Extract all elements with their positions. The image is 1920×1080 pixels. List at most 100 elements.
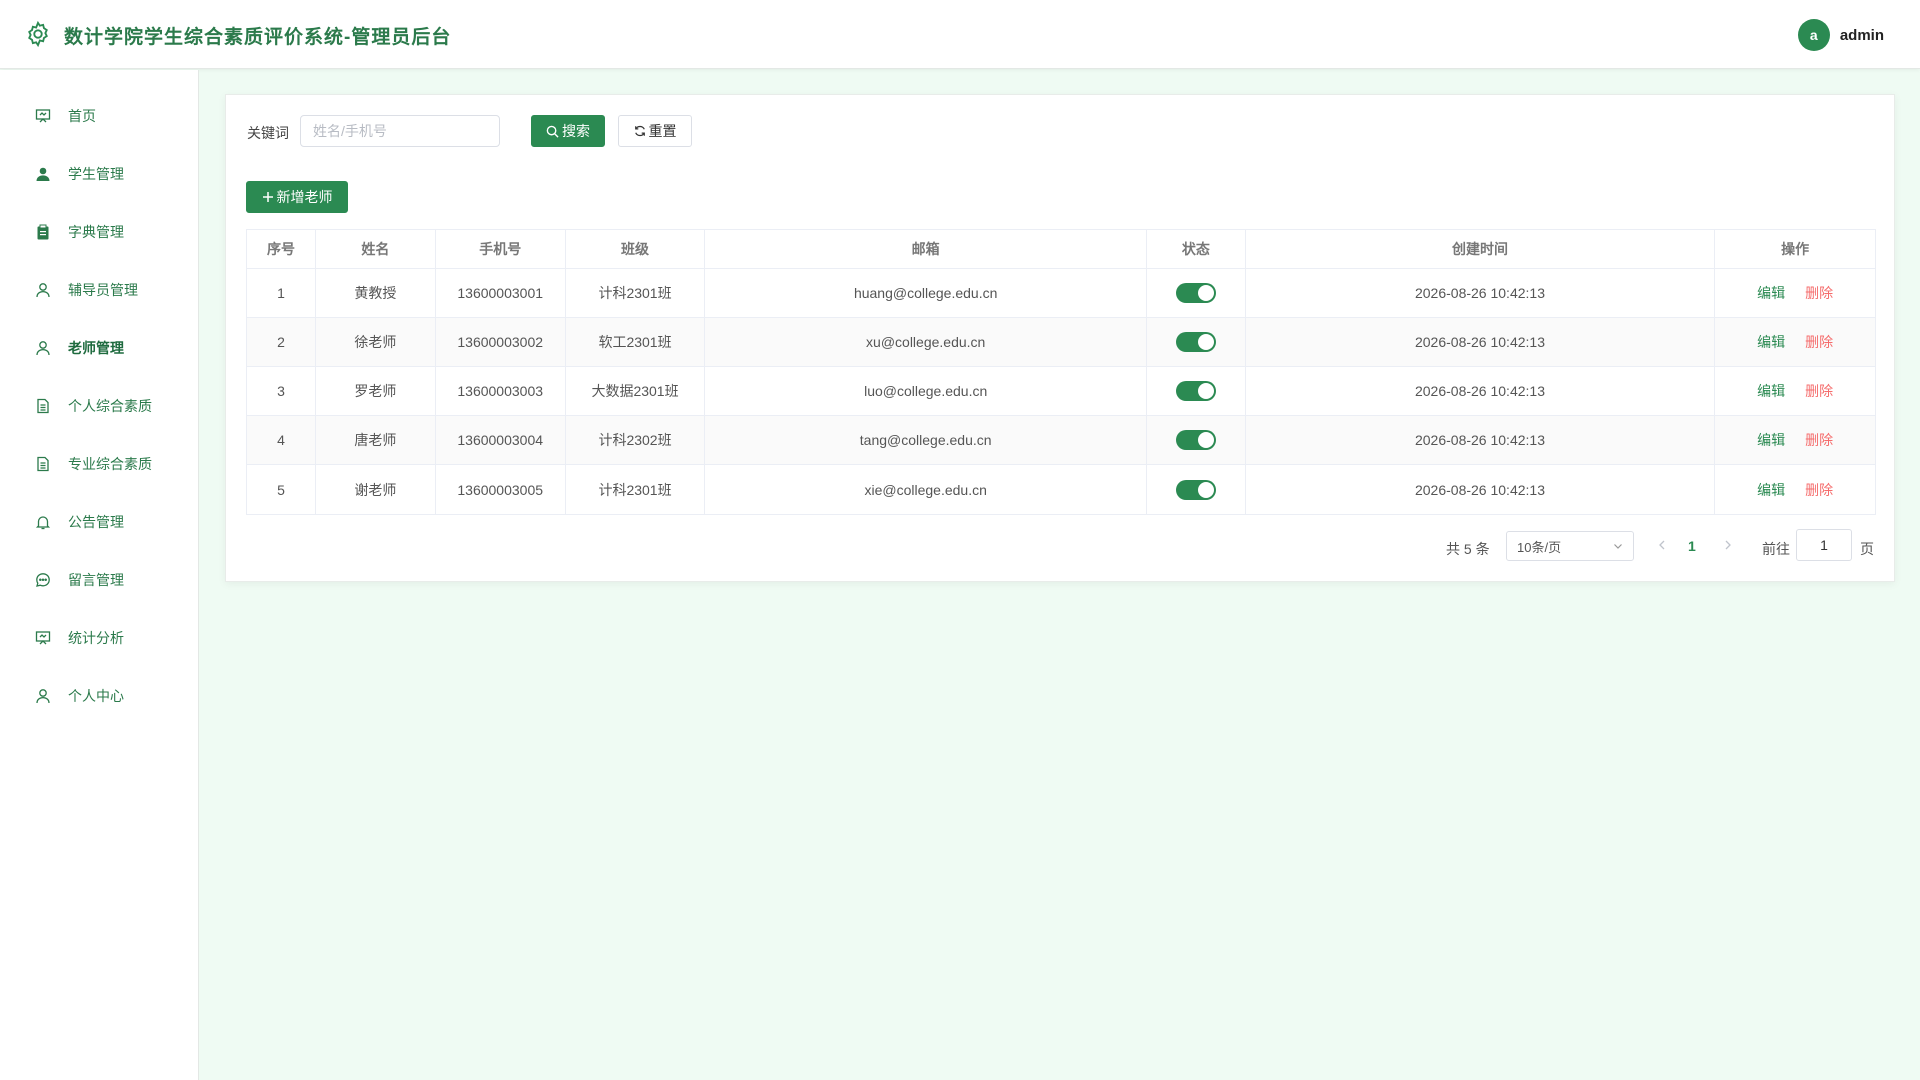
user-filled-icon [34,165,52,183]
page-number-current[interactable]: 1 [1688,538,1696,554]
delete-button[interactable]: 删除 [1805,381,1833,401]
created-time: 2026-08-26 10:42:13 [1246,367,1716,415]
created-time: 2026-08-26 10:42:13 [1246,465,1716,514]
actions-cell: 编辑 删除 [1715,367,1875,415]
toggle-knob [1197,481,1214,498]
sidebar-item-messages[interactable]: 留言管理 [0,556,199,604]
delete-button[interactable]: 删除 [1805,480,1833,500]
status-toggle[interactable] [1175,332,1216,352]
created-time: 2026-08-26 10:42:13 [1246,416,1716,464]
user-icon [34,339,52,357]
actions-cell: 编辑 删除 [1715,318,1875,366]
table-row: 5 谢老师 13600003005 计科2301班 xie@college.ed… [247,465,1875,514]
teacher-table: 序号 姓名 手机号 班级 邮箱 状态 创建时间 操作 1 黄教授 1360000… [246,229,1876,515]
delete-button[interactable]: 删除 [1805,332,1833,352]
column-header: 创建时间 [1246,230,1716,268]
page-size-select[interactable]: 10条/页 [1506,531,1634,561]
actions-cell: 编辑 删除 [1715,416,1875,464]
sidebar-item-students[interactable]: 学生管理 [0,150,199,198]
gear-icon [24,20,52,48]
teacher-class: 计科2301班 [566,269,706,317]
user-icon [34,687,52,705]
row-number: 2 [247,318,316,366]
next-page-button[interactable] [1724,537,1732,553]
status-toggle[interactable] [1175,430,1216,450]
table-row: 1 黄教授 13600003001 计科2301班 huang@college.… [247,269,1875,318]
actions-cell: 编辑 删除 [1715,269,1875,317]
teacher-email: huang@college.edu.cn [705,269,1147,317]
app-title: 数计学院学生综合素质评价系统-管理员后台 [64,27,452,48]
status-cell [1147,416,1246,464]
sidebar: 首页 学生管理 字典管理 辅导员管理 老师管理 个人综合素质 专业综合素质 公告… [0,70,199,1080]
goto-page-input[interactable] [1796,529,1852,561]
sidebar-item-dictionary[interactable]: 字典管理 [0,208,199,256]
sidebar-item-label: 学生管理 [68,166,124,182]
page-size-value: 10条/页 [1517,539,1562,555]
teacher-class: 软工2301班 [566,318,706,366]
teacher-phone: 13600003005 [436,465,566,514]
teacher-management-panel: 关键词 搜索 重置 新增老师 序号 姓名 手机号 班级 邮箱 状态 创建时间 操… [225,94,1895,582]
keyword-input[interactable] [300,115,500,147]
sidebar-item-label: 统计分析 [68,630,124,646]
presentation-icon [34,629,52,647]
sidebar-item-major-quality[interactable]: 专业综合素质 [0,440,199,488]
sidebar-item-label: 公告管理 [68,514,124,530]
sidebar-item-label: 个人综合素质 [68,398,152,414]
add-teacher-button[interactable]: 新增老师 [246,181,348,213]
search-button-label: 搜索 [562,123,590,139]
presentation-icon [34,107,52,125]
table-row: 4 唐老师 13600003004 计科2302班 tang@college.e… [247,416,1875,465]
sidebar-item-profile[interactable]: 个人中心 [0,672,199,720]
plus-icon [262,191,274,203]
status-toggle[interactable] [1175,283,1216,303]
document-icon [34,455,52,473]
prev-page-button[interactable] [1658,537,1666,553]
avatar[interactable]: a [1797,19,1830,51]
edit-button[interactable]: 编辑 [1757,480,1785,500]
column-header: 手机号 [436,230,566,268]
toggle-knob [1197,334,1214,350]
sidebar-item-label: 专业综合素质 [68,456,152,472]
table-header: 序号 姓名 手机号 班级 邮箱 状态 创建时间 操作 [247,230,1875,269]
edit-button[interactable]: 编辑 [1757,332,1785,352]
delete-button[interactable]: 删除 [1805,283,1833,303]
actions-cell: 编辑 删除 [1715,465,1875,514]
goto-label: 前往 [1762,541,1790,557]
sidebar-item-teachers[interactable]: 老师管理 [0,324,199,372]
edit-button[interactable]: 编辑 [1757,430,1785,450]
status-toggle[interactable] [1175,479,1216,500]
teacher-name: 罗老师 [316,367,436,415]
row-number: 3 [247,367,316,415]
sidebar-item-announcements[interactable]: 公告管理 [0,498,199,546]
teacher-class: 计科2302班 [566,416,706,464]
chat-icon [34,571,52,589]
sidebar-item-personal-quality[interactable]: 个人综合素质 [0,382,199,430]
column-header: 操作 [1781,241,1810,257]
edit-button[interactable]: 编辑 [1757,381,1785,401]
teacher-email: luo@college.edu.cn [705,367,1147,415]
delete-button[interactable]: 删除 [1805,430,1833,450]
sidebar-item-counselors[interactable]: 辅导员管理 [0,266,199,314]
teacher-class: 计科2301班 [566,465,706,514]
reset-button[interactable]: 重置 [618,115,692,147]
table-row: 2 徐老师 13600003002 软工2301班 xu@college.edu… [247,318,1875,367]
username[interactable]: admin [1840,27,1884,44]
column-header: 状态 [1147,230,1246,268]
chevron-right-icon [1725,540,1731,550]
search-button[interactable]: 搜索 [531,115,605,147]
teacher-name: 黄教授 [316,269,436,317]
teacher-email: tang@college.edu.cn [705,416,1147,464]
edit-button[interactable]: 编辑 [1757,283,1785,303]
status-toggle[interactable] [1175,381,1216,401]
sidebar-item-home[interactable]: 首页 [0,92,199,140]
add-teacher-label: 新增老师 [276,189,333,205]
user-menu[interactable]: a admin [1797,19,1884,51]
sidebar-item-label: 首页 [68,108,96,124]
sidebar-item-label: 留言管理 [68,572,124,588]
sidebar-item-statistics[interactable]: 统计分析 [0,614,199,662]
toggle-knob [1197,383,1214,399]
document-icon [34,397,52,415]
search-icon [546,125,559,138]
page-suffix-label: 页 [1860,541,1874,557]
clipboard-icon [34,223,52,241]
